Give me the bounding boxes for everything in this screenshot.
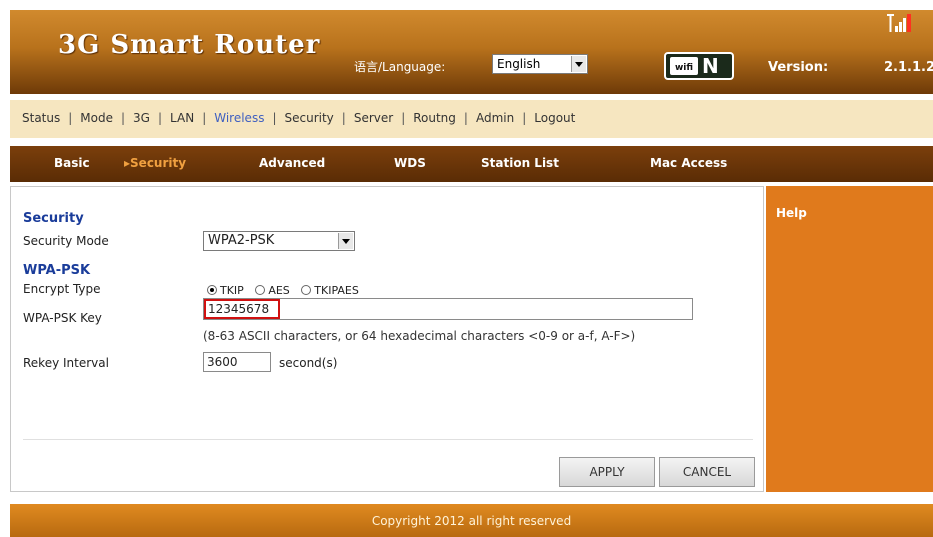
language-select[interactable]: English xyxy=(492,54,588,74)
dropdown-arrow-icon[interactable] xyxy=(338,233,353,249)
wifi-n-logo: wifi N xyxy=(664,52,734,80)
sub-nav: Basic ▸Security Advanced WDS Station Lis… xyxy=(10,146,933,182)
language-value: English xyxy=(497,57,541,71)
version-value: 2.1.1.2 xyxy=(884,60,933,75)
subnav-item-wds[interactable]: WDS xyxy=(394,156,426,170)
top-nav: Status | Mode | 3G | LAN | Wireless | Security | Ser… xyxy=(10,100,933,138)
help-title: Help xyxy=(776,206,807,220)
nav-separator: | xyxy=(463,111,468,125)
encrypt-type-label: Encrypt Type xyxy=(23,282,101,296)
encrypt-option-tkipaes[interactable]: TKIPAES xyxy=(301,284,359,297)
top-nav-item-wireless[interactable]: Wireless xyxy=(214,111,264,125)
version-label: Version: xyxy=(768,60,829,75)
top-nav-item-mode[interactable]: Mode xyxy=(80,111,113,125)
top-nav-item-3g[interactable]: 3G xyxy=(133,111,150,125)
encrypt-type-radio-group: TKIP AES TKIPAES xyxy=(207,284,367,297)
nav-separator: | xyxy=(202,111,207,125)
wifi-logo-text: wifi xyxy=(670,57,698,75)
nav-separator: | xyxy=(68,111,73,125)
rekey-unit-label: second(s) xyxy=(279,356,338,370)
wpa-psk-key-input[interactable]: 12345678 xyxy=(203,298,693,320)
rekey-interval-input[interactable]: 3600 xyxy=(203,352,271,372)
top-nav-item-admin[interactable]: Admin xyxy=(476,111,514,125)
radio-tkip[interactable] xyxy=(207,285,217,295)
subnav-item-mac-access[interactable]: Mac Access xyxy=(650,156,727,170)
nav-separator: | xyxy=(157,111,163,125)
nav-separator: | xyxy=(121,111,126,125)
subnav-item-advanced[interactable]: Advanced xyxy=(259,156,325,170)
security-mode-select[interactable]: WPA2-PSK xyxy=(203,231,355,251)
key-format-hint: (8-63 ASCII characters, or 64 hexadecima… xyxy=(203,329,636,343)
security-mode-value: WPA2-PSK xyxy=(208,233,275,248)
encrypt-option-label: AES xyxy=(268,284,290,297)
header-banner: 3G Smart Router 语言/Language: English wif… xyxy=(10,10,933,94)
language-label: 语言/Language: xyxy=(354,60,446,74)
subnav-item-security[interactable]: ▸Security xyxy=(124,156,186,170)
dropdown-arrow-icon[interactable] xyxy=(571,56,586,72)
footer: Copyright 2012 all right reserved xyxy=(10,504,933,537)
radio-tkipaes[interactable] xyxy=(301,285,312,295)
nav-separator: | xyxy=(522,111,527,125)
cancel-button[interactable]: CANCEL xyxy=(659,457,755,487)
security-mode-label: Security Mode xyxy=(23,234,109,248)
nav-separator: | xyxy=(341,111,346,125)
encrypt-option-label: TKIPAES xyxy=(314,284,359,297)
section-title-wpa-psk: WPA-PSK xyxy=(23,263,91,278)
wpa-psk-key-label: WPA-PSK Key xyxy=(23,311,102,325)
wifi-n-letter: N xyxy=(702,54,719,78)
nav-separator: | xyxy=(401,111,406,125)
top-nav-items: Status | Mode | 3G | LAN | Wireless | Security | Ser… xyxy=(22,111,575,125)
wpa-psk-key-value: 12345678 xyxy=(208,302,270,316)
security-settings-panel: Security Security Mode WPA2-PSK WPA-PSK … xyxy=(10,186,764,492)
top-nav-item-logout[interactable]: Logout xyxy=(534,111,575,125)
help-panel: Help xyxy=(766,186,933,492)
copyright-text: Copyright 2012 all right reserved xyxy=(371,514,572,528)
rekey-interval-label: Rekey Interval xyxy=(23,356,109,370)
rekey-interval-value: 3600 xyxy=(207,355,238,369)
encrypt-option-aes[interactable]: AES xyxy=(255,284,290,297)
top-nav-item-status[interactable]: Status xyxy=(22,111,60,125)
router-page: 3G Smart Router 语言/Language: English wif… xyxy=(10,10,933,537)
router-title: 3G Smart Router xyxy=(58,30,321,60)
section-title-security: Security xyxy=(23,211,84,226)
encrypt-option-label: TKIP xyxy=(220,284,244,297)
subnav-item-basic[interactable]: Basic xyxy=(54,156,90,170)
encrypt-option-tkip[interactable]: TKIP xyxy=(207,284,244,297)
subnav-item-station-list[interactable]: Station List xyxy=(481,156,559,170)
apply-button[interactable]: APPLY xyxy=(559,457,655,487)
divider xyxy=(23,439,753,440)
top-nav-item-routng[interactable]: Routng xyxy=(413,111,456,125)
signal-icon xyxy=(887,14,911,32)
top-nav-item-server[interactable]: Server xyxy=(354,111,393,125)
radio-aes[interactable] xyxy=(255,285,266,295)
top-nav-item-lan[interactable]: LAN xyxy=(170,111,194,125)
nav-separator: | xyxy=(272,111,277,125)
subnav-item-security-label: Security xyxy=(130,156,187,170)
top-nav-item-security[interactable]: Security xyxy=(285,111,334,125)
